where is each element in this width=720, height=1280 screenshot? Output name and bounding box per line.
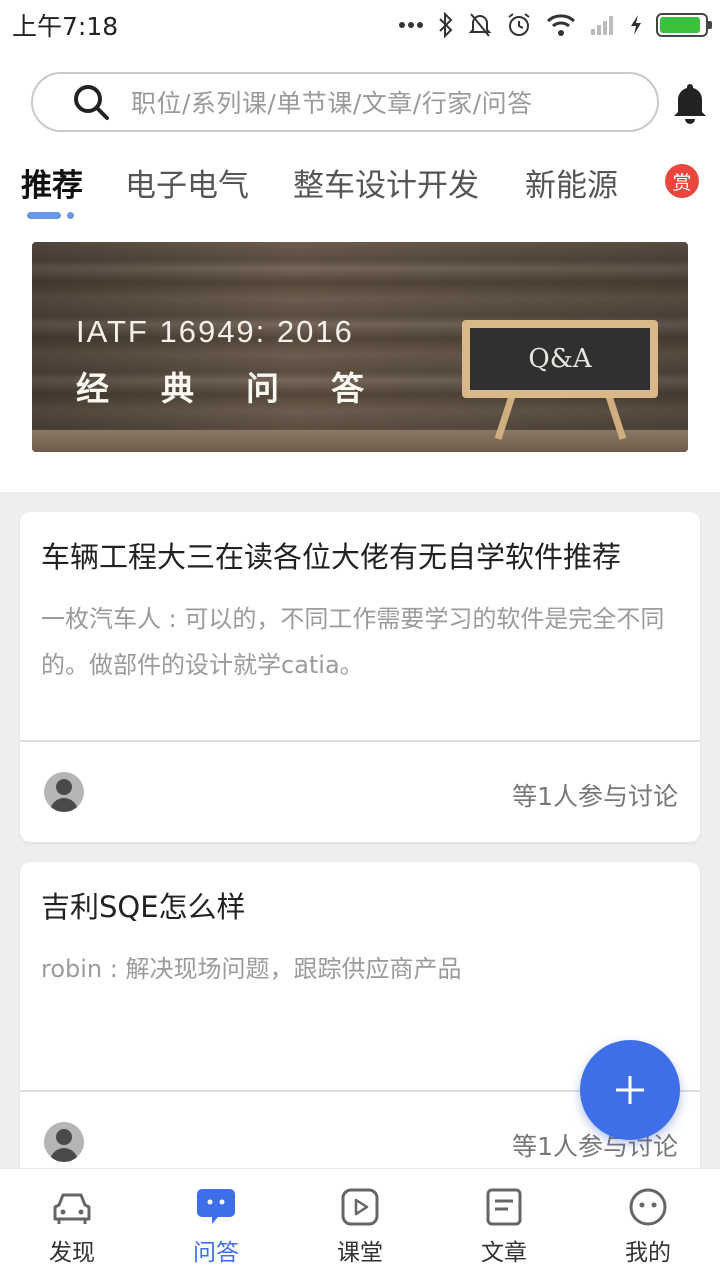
status-bar: 上午7:18 [0,0,720,50]
battery-icon [656,13,712,37]
reward-badge[interactable]: 赏 [665,164,699,198]
nav-label: 课堂 [337,1240,383,1266]
alarm-icon [508,13,530,36]
ask-question-button[interactable] [580,1040,680,1140]
status-time: 上午7:18 [12,12,119,41]
signal-icon [591,16,613,35]
mute-bell-icon [468,13,492,37]
question-title[interactable]: 吉利SQE怎么样 [41,884,246,926]
car-icon [53,1193,91,1224]
answer-excerpt: 一枚汽车人 : 可以的，不同工作需要学习的软件是完全不同的。做部件的设计就学ca… [41,605,665,679]
bell-icon[interactable] [670,80,710,124]
nav-discover[interactable]: 发现 [0,1169,144,1280]
chalkboard: Q&A [462,320,658,398]
user-silhouette-icon [50,1129,78,1162]
question-card[interactable]: 吉利SQE怎么样 robin : 解决现场问题，跟踪供应商产品 等1人参与讨论 [20,862,700,1192]
search-row: 职位/系列课/单节课/文章/行家/问答 [0,70,720,134]
charging-icon [631,15,641,35]
tab-indicator [27,212,61,219]
nav-label: 我的 [625,1240,671,1266]
promo-banner[interactable]: IATF 16949: 2016 经典问答 Q&A [32,242,688,452]
chalkboard-text: Q&A [528,344,592,374]
user-silhouette-icon [50,779,78,812]
face-icon [629,1188,667,1226]
nav-classroom[interactable]: 课堂 [288,1169,432,1280]
wifi-icon [546,14,576,36]
discussion-count: 等1人参与讨论 [512,782,678,811]
tab-recommend[interactable]: 推荐 [21,160,83,205]
battery-level [660,17,700,33]
card-divider [20,740,700,742]
chat-bubble-icon [197,1189,235,1224]
search-input[interactable]: 职位/系列课/单节课/文章/行家/问答 [31,72,659,132]
play-icon [341,1188,379,1226]
question-title[interactable]: 车辆工程大三在读各位大佬有无自学软件推荐 [41,534,621,576]
search-icon [74,85,109,120]
bluetooth-icon [439,12,453,38]
avatar[interactable] [44,772,84,812]
more-dots-icon [399,22,423,28]
banner-title: IATF 16949: 2016 [76,314,354,349]
bottom-nav: 发现 问答 课堂 文章 我的 [0,1168,720,1280]
nav-label: 文章 [481,1240,527,1266]
tab-indicator-dot [67,212,74,219]
search-placeholder: 职位/系列课/单节课/文章/行家/问答 [131,89,533,118]
avatar[interactable] [44,1122,84,1162]
nav-label: 问答 [193,1240,239,1266]
question-card[interactable]: 车辆工程大三在读各位大佬有无自学软件推荐 一枚汽车人 : 可以的，不同工作需要学… [20,512,700,842]
category-tabs: 推荐 电子电气 整车设计开发 新能源 [0,150,720,230]
document-icon [486,1188,522,1226]
answer-excerpt: robin : 解决现场问题，跟踪供应商产品 [41,955,462,983]
tab-electronics[interactable]: 电子电气 [125,160,249,205]
nav-label: 发现 [49,1240,95,1266]
tab-new-energy[interactable]: 新能源 [525,160,618,205]
banner-shelf [32,430,688,452]
banner-subtitle: 经典问答 [76,369,416,408]
nav-articles[interactable]: 文章 [432,1169,576,1280]
nav-qa[interactable]: 问答 [144,1169,288,1280]
status-icons [398,12,712,38]
nav-profile[interactable]: 我的 [576,1169,720,1280]
tab-vehicle-design[interactable]: 整车设计开发 [293,160,479,205]
plus-icon [616,1076,644,1104]
